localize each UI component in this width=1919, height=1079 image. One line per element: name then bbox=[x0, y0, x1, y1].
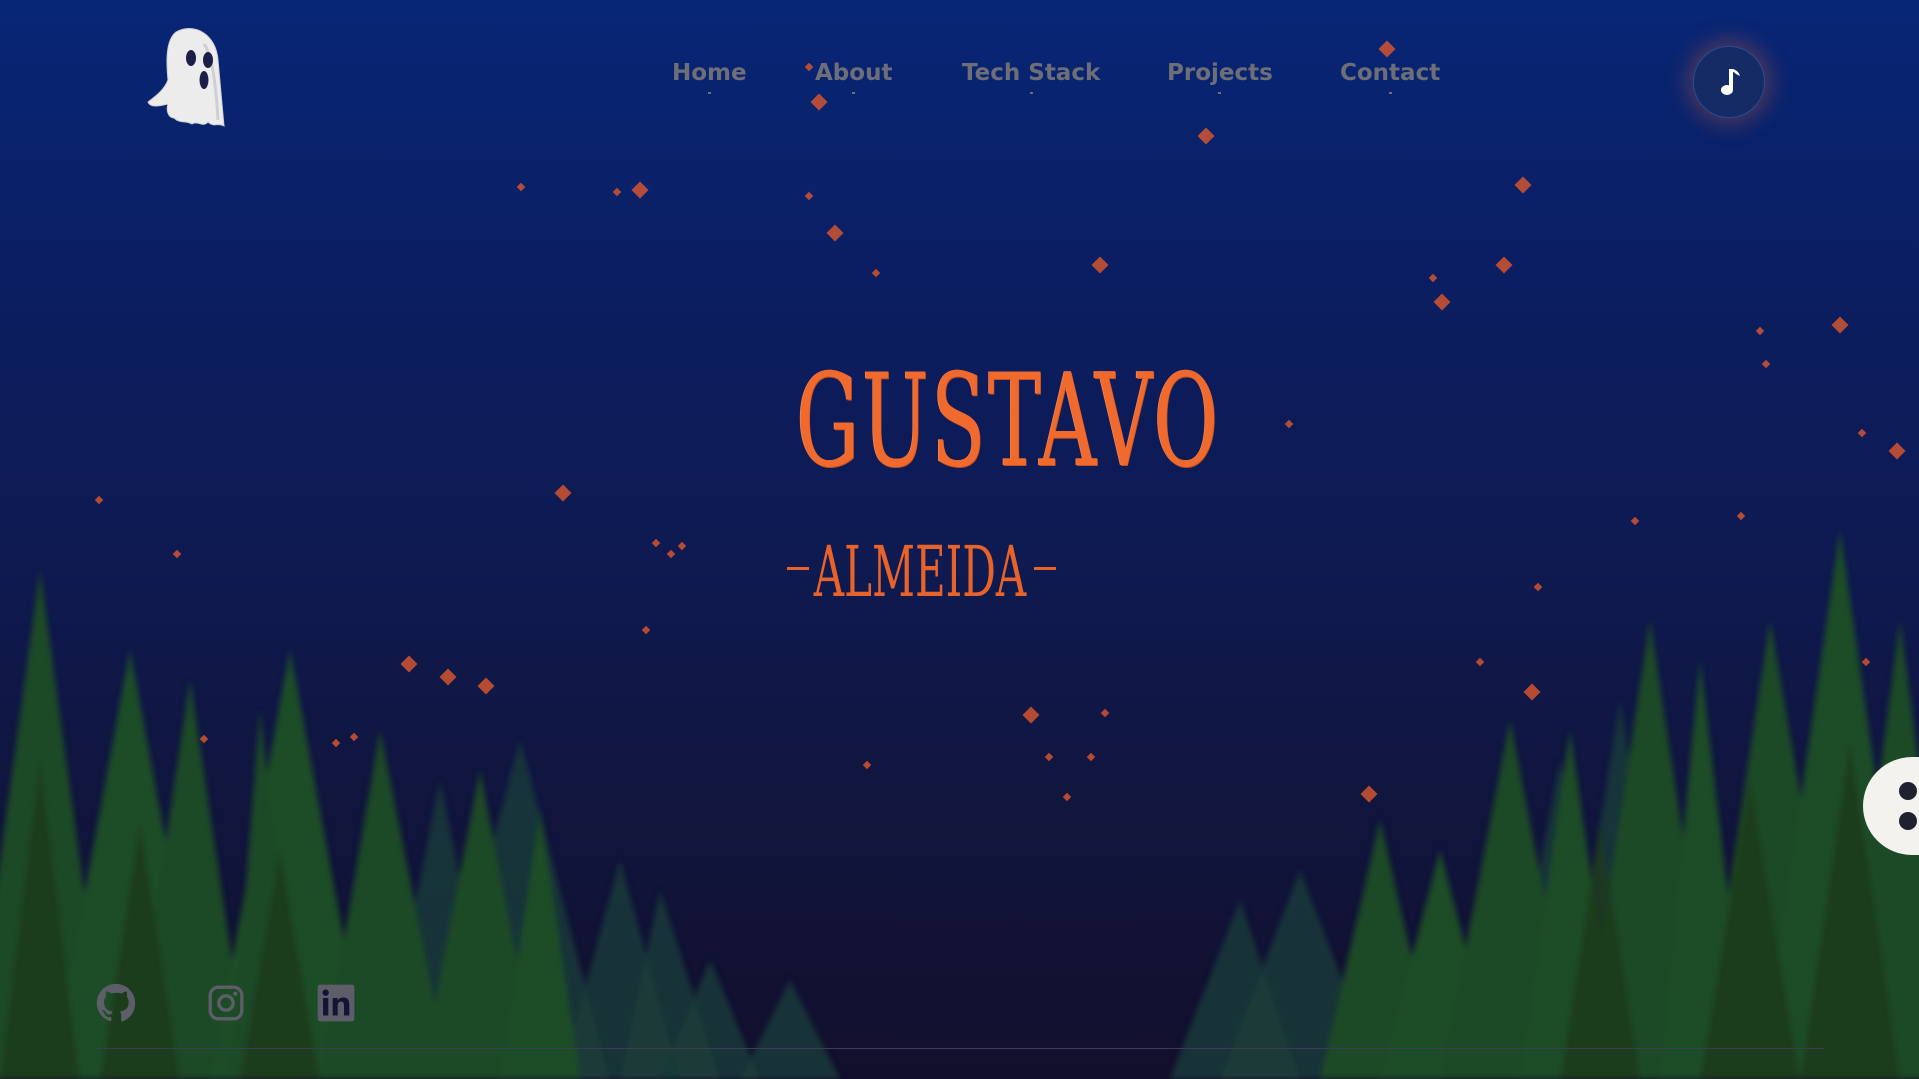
nav-tech-stack-underline bbox=[1029, 92, 1033, 94]
nav-tech-stack-label: Tech Stack bbox=[962, 60, 1101, 86]
github-link[interactable] bbox=[96, 983, 136, 1023]
nav-about[interactable]: About bbox=[815, 60, 892, 94]
nav-about-underline bbox=[852, 92, 856, 94]
instagram-link[interactable] bbox=[206, 983, 246, 1023]
nav-contact[interactable]: Contact bbox=[1340, 60, 1440, 94]
nav-projects-label: Projects bbox=[1167, 60, 1273, 86]
music-note-icon bbox=[1721, 69, 1740, 95]
nav-tech-stack[interactable]: Tech Stack bbox=[962, 60, 1100, 94]
hero-scene: Home About Tech Stack Projects Contact G… bbox=[0, 0, 1919, 1079]
main-nav: Home About Tech Stack Projects Contact bbox=[0, 60, 1919, 110]
nav-projects[interactable]: Projects bbox=[1167, 60, 1273, 94]
music-toggle-button[interactable] bbox=[1693, 46, 1765, 118]
nav-contact-underline bbox=[1388, 92, 1392, 94]
linkedin-icon bbox=[317, 984, 355, 1022]
nav-home[interactable]: Home bbox=[672, 60, 747, 94]
nav-about-label: About bbox=[815, 60, 893, 86]
linkedin-link[interactable] bbox=[316, 983, 356, 1023]
nav-projects-underline bbox=[1218, 92, 1222, 94]
hero-last-name: ALMEIDA bbox=[813, 531, 1027, 613]
instagram-icon bbox=[208, 985, 244, 1021]
github-icon bbox=[96, 983, 136, 1022]
nav-contact-label: Contact bbox=[1340, 60, 1441, 86]
nav-home-underline bbox=[707, 92, 711, 94]
hero-first-name: GUSTAVO bbox=[796, 347, 1221, 496]
hero-dash-right bbox=[1034, 567, 1056, 570]
nav-home-label: Home bbox=[672, 60, 747, 86]
footer-divider bbox=[96, 1048, 1824, 1049]
